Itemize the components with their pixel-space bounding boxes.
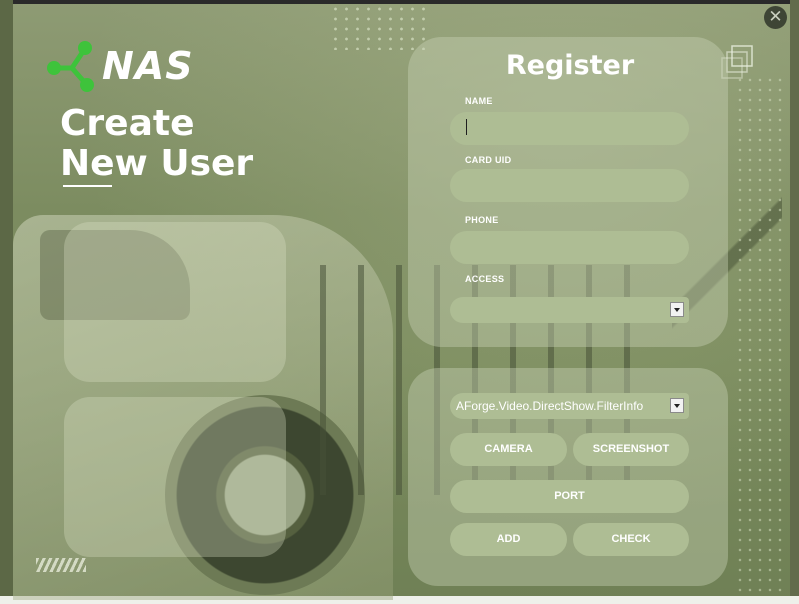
card-uid-input[interactable] <box>450 169 689 202</box>
add-button[interactable]: ADD <box>450 523 567 556</box>
stripe-decoration <box>36 558 86 572</box>
window-top-edge <box>0 0 799 4</box>
camera-preview-panel <box>64 397 286 557</box>
check-button[interactable]: CHECK <box>573 523 689 556</box>
name-input[interactable] <box>450 112 689 145</box>
name-label: NAME <box>465 96 493 106</box>
access-label: ACCESS <box>465 274 505 284</box>
chevron-down-icon[interactable] <box>670 302 684 317</box>
nas-logo: NAS <box>44 38 219 94</box>
title-line-1: Create <box>60 103 195 144</box>
access-select[interactable] <box>450 297 689 323</box>
screenshot-button[interactable]: SCREENSHOT <box>573 433 689 466</box>
camera-device-value: AForge.Video.DirectShow.FilterInfo <box>456 399 644 413</box>
page-title: Create New User <box>60 104 320 184</box>
window-right-edge <box>790 0 799 604</box>
camera-button[interactable]: CAMERA <box>450 433 567 466</box>
logo-text: NAS <box>102 44 194 88</box>
window-bottom-edge <box>0 596 799 604</box>
register-title: Register <box>505 50 635 81</box>
photo-preview-panel <box>64 222 286 382</box>
close-icon: ✕ <box>768 7 783 26</box>
camera-device-select[interactable]: AForge.Video.DirectShow.FilterInfo <box>450 393 689 419</box>
title-line-2: New User <box>60 143 254 184</box>
window-left-edge <box>0 0 13 604</box>
dot-pattern-decoration <box>330 4 425 50</box>
card-uid-label: CARD UID <box>465 155 512 165</box>
port-button[interactable]: PORT <box>450 480 689 513</box>
title-underline <box>63 185 112 187</box>
phone-input[interactable] <box>450 231 689 264</box>
chevron-down-icon[interactable] <box>670 398 684 413</box>
network-nodes-icon <box>47 41 94 92</box>
create-user-window: ✕ NAS Create New User Register NAME CARD… <box>0 0 799 604</box>
phone-label: PHONE <box>465 215 499 225</box>
text-cursor <box>466 119 467 135</box>
close-button[interactable]: ✕ <box>764 6 787 29</box>
dot-pattern-decoration-right <box>735 75 785 595</box>
